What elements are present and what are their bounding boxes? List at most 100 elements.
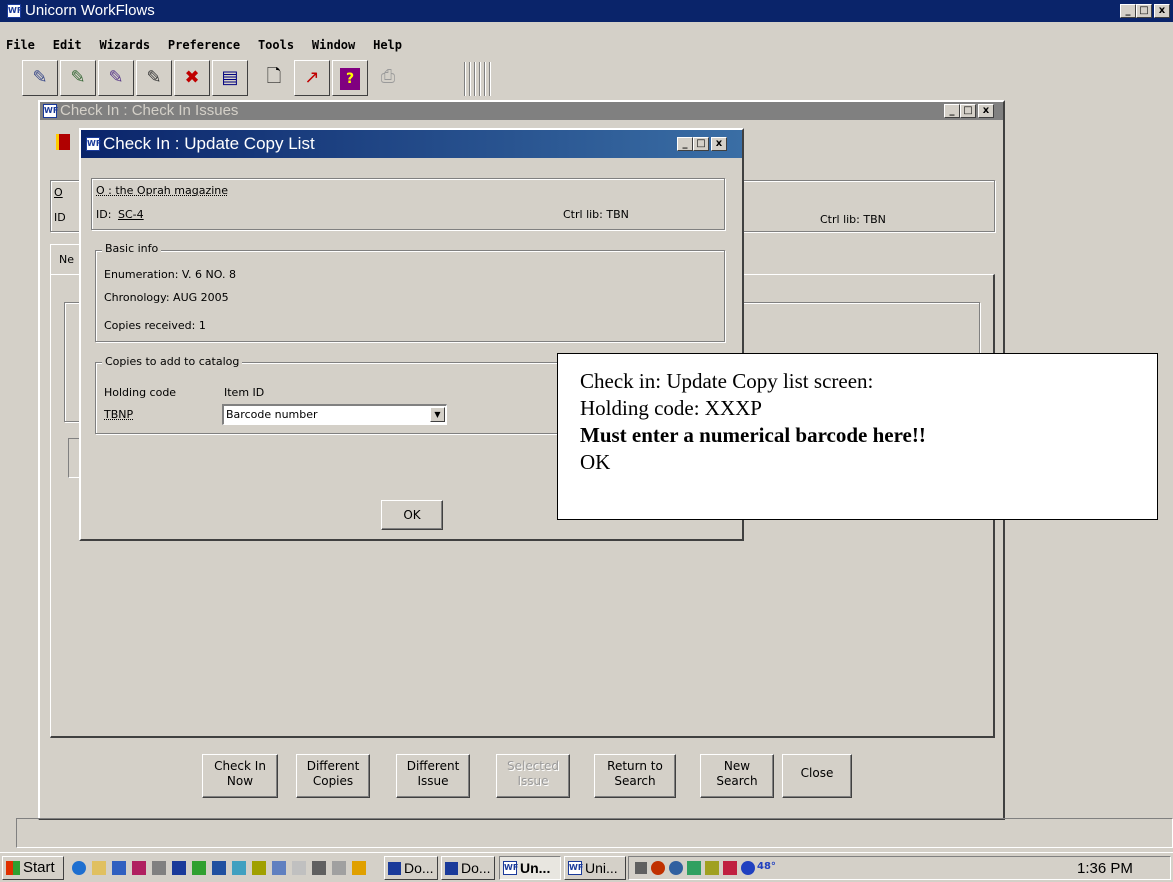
minimize-button[interactable]: _ [677, 137, 693, 151]
star-icon[interactable] [112, 861, 126, 875]
selected-issue-line1: Selected [506, 759, 560, 773]
maximize-button[interactable]: □ [1136, 4, 1152, 18]
close-dialog-button[interactable]: Close [782, 754, 852, 798]
item-id-select[interactable]: Barcode number ▼ [222, 404, 447, 425]
maximize-button[interactable]: □ [693, 137, 709, 151]
chronology: Chronology: AUG 2005 [104, 291, 229, 304]
start-label: Start [23, 859, 55, 876]
display-icon[interactable]: ▤ [212, 60, 248, 96]
wf-logo-icon: WF [7, 4, 22, 18]
app-icon-6[interactable] [252, 861, 266, 875]
app-icon-1[interactable] [132, 861, 146, 875]
menu-file[interactable]: File [6, 38, 35, 52]
checkin-issues-title: Check In : Check In Issues [60, 102, 239, 119]
tray-icon-2[interactable] [669, 861, 683, 875]
toolbar: ✎ ✎ ✎ ✎ ✖ ▤ 🗋 ↗? ⎙ [22, 60, 502, 100]
callout-line4: OK [580, 450, 611, 474]
different-copies-line2: Copies [312, 774, 354, 788]
enumeration: Enumeration: V. 6 NO. 8 [104, 268, 236, 281]
print-icon[interactable]: ⎙ [370, 60, 406, 96]
mail-icon[interactable] [92, 861, 106, 875]
checkin-add-icon[interactable]: ✎ [60, 60, 96, 96]
checkin-modify-icon[interactable]: ✎ [136, 60, 172, 96]
status-bar [16, 818, 1173, 848]
volume-icon[interactable] [635, 862, 647, 874]
word-doc-icon [388, 862, 401, 875]
copies-received: Copies received: 1 [104, 319, 206, 332]
different-copies-button[interactable]: Different Copies [296, 754, 370, 798]
wf-logo-icon: WF [568, 861, 583, 875]
menu-wizards[interactable]: Wizards [99, 38, 150, 52]
task-doc-2[interactable]: Do... [441, 856, 495, 880]
checkin-issues-controls: _ □ x [944, 104, 994, 118]
task-unicorn-active[interactable]: WF Un... [499, 856, 561, 880]
ie-icon[interactable] [72, 861, 86, 875]
holding-code-header: Holding code [104, 386, 177, 399]
checkin-icon[interactable]: ✎ [22, 60, 58, 96]
callout-line1: Check in: Update Copy list screen: [580, 369, 874, 393]
weather-icon[interactable] [741, 861, 755, 875]
chart-icon[interactable]: ↗ [294, 60, 330, 96]
return-to-search-line1: Return to [607, 759, 663, 773]
app-icon-4[interactable] [212, 861, 226, 875]
different-issue-button[interactable]: Different Issue [396, 754, 470, 798]
start-button[interactable]: Start [2, 856, 64, 880]
clock: 1:36 PM [1077, 860, 1133, 877]
menu-tools[interactable]: Tools [258, 38, 294, 52]
task-unicorn-2[interactable]: WF Uni... [564, 856, 626, 880]
checkin-remove-icon[interactable]: ✖ [174, 60, 210, 96]
shield-icon[interactable] [723, 861, 737, 875]
close-button[interactable]: x [1154, 4, 1170, 18]
app-icon-9[interactable] [312, 861, 326, 875]
maximize-button[interactable]: □ [960, 104, 976, 118]
title-letter: O [54, 186, 63, 199]
window-controls: _ □ x [1120, 4, 1170, 18]
menu-preference[interactable]: Preference [168, 38, 240, 52]
minimize-button[interactable]: _ [1120, 4, 1136, 18]
app-icon-3[interactable] [192, 861, 206, 875]
different-copies-line1: Different [306, 759, 360, 773]
new-search-button[interactable]: New Search [700, 754, 774, 798]
return-to-search-button[interactable]: Return to Search [594, 754, 676, 798]
menu-help[interactable]: Help [373, 38, 402, 52]
checkin-edit-icon[interactable]: ✎ [98, 60, 134, 96]
app-icon-7[interactable] [272, 861, 286, 875]
different-issue-line2: Issue [417, 774, 449, 788]
ok-button[interactable]: OK [381, 500, 443, 530]
cover-icon[interactable]: 🗋 [256, 60, 292, 96]
selected-issue-button[interactable]: Selected Issue [496, 754, 570, 798]
app-icon-8[interactable] [292, 861, 306, 875]
close-button[interactable]: x [978, 104, 994, 118]
wf-logo-icon: WF [86, 137, 101, 151]
tray-icon-4[interactable] [705, 861, 719, 875]
chevron-down-icon[interactable]: ▼ [430, 407, 445, 422]
tray-icon-3[interactable] [687, 861, 701, 875]
copies-to-add-legend: Copies to add to catalog [102, 355, 243, 368]
checkin-issues-titlebar: WF Check In : Check In Issues _ □ x [40, 102, 1003, 120]
arrow-icon[interactable] [352, 861, 366, 875]
ctrl-lib: Ctrl lib: TBN [563, 208, 629, 221]
app-icon-2[interactable] [152, 861, 166, 875]
minimize-button[interactable]: _ [944, 104, 960, 118]
item-id-value: Barcode number [226, 408, 318, 421]
menu-window[interactable]: Window [312, 38, 355, 52]
taskbar: Start Do... Do... WF Un... WF Uni... 48°… [0, 852, 1173, 882]
task-doc-1[interactable]: Do... [384, 856, 438, 880]
tray-icon-1[interactable] [651, 861, 665, 875]
check-in-now-line1: Check In [214, 759, 266, 773]
holding-code-value[interactable]: TBNP [104, 408, 133, 421]
word-icon[interactable] [172, 861, 186, 875]
serial-title[interactable]: O : the Oprah magazine [96, 184, 228, 197]
menu-edit[interactable]: Edit [53, 38, 82, 52]
app-icon-5[interactable] [232, 861, 246, 875]
update-copy-list-controls: _ □ x [677, 137, 727, 151]
new-search-line1: New [723, 759, 751, 773]
selected-issue-line2: Issue [517, 774, 549, 788]
id-value[interactable]: SC-4 [118, 208, 144, 221]
id-label: ID: [96, 208, 112, 221]
help-icon[interactable]: ? [332, 60, 368, 96]
menu-bar: File Edit Wizards Preference Tools Windo… [6, 38, 416, 52]
check-in-now-button[interactable]: Check In Now [202, 754, 278, 798]
close-button[interactable]: x [711, 137, 727, 151]
app-icon-10[interactable] [332, 861, 346, 875]
